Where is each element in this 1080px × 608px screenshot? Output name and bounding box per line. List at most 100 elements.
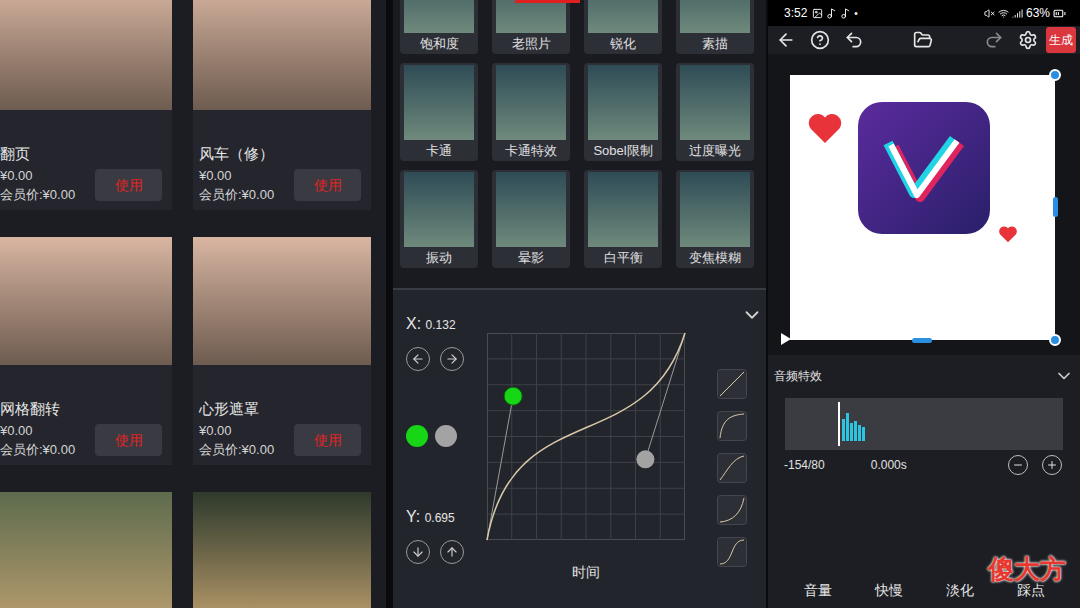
- settings-icon[interactable]: [1018, 30, 1038, 50]
- curve-preset[interactable]: [717, 495, 747, 525]
- filter-item[interactable]: 振动: [400, 170, 478, 268]
- redo-icon[interactable]: [984, 30, 1004, 50]
- transition-card[interactable]: 网格翻转¥0.00会员价:¥0.00使用: [0, 237, 172, 465]
- filter-preview: [588, 172, 658, 247]
- filter-item[interactable]: 变焦模糊: [676, 170, 754, 268]
- filter-item[interactable]: 白平衡: [584, 170, 662, 268]
- plus-button[interactable]: [1042, 455, 1062, 475]
- editor-panel: 3:52•63%生成音频特效-154/800.000s音量快慢淡化踩点: [768, 0, 1080, 608]
- filter-label: 振动: [426, 249, 452, 267]
- transition-title: 翻页: [0, 144, 162, 164]
- up-arrow-button[interactable]: [440, 540, 464, 564]
- transition-card[interactable]: 心形遮罩¥0.00会员价:¥0.00使用: [193, 237, 371, 465]
- transition-preview[interactable]: [193, 492, 371, 608]
- playhead[interactable]: [838, 402, 840, 446]
- member-price: 会员价:¥0.00: [199, 185, 274, 204]
- filter-preview: [680, 65, 750, 140]
- wave-bar: [854, 421, 857, 441]
- transition-card[interactable]: 翻页¥0.00会员价:¥0.00使用: [0, 0, 172, 210]
- collapse-chevron-icon[interactable]: [1054, 366, 1074, 386]
- member-price: 会员价:¥0.00: [199, 440, 274, 459]
- curve-preset[interactable]: [717, 411, 747, 441]
- side-handle[interactable]: [1053, 197, 1058, 217]
- arrow-up-icon: [445, 545, 459, 559]
- video-canvas[interactable]: [790, 75, 1055, 340]
- curve-preset[interactable]: [717, 453, 747, 483]
- filter-label: 变焦模糊: [689, 249, 741, 267]
- member-price: 会员价:¥0.00: [0, 185, 75, 204]
- signal-icon: [1012, 8, 1023, 19]
- filter-item[interactable]: 老照片: [492, 0, 570, 54]
- audio-effects-title: 音频特效: [774, 367, 822, 385]
- minus-button[interactable]: [1008, 455, 1028, 475]
- filter-preview: [496, 172, 566, 247]
- wave-bar: [850, 423, 853, 441]
- arrow-down-icon: [411, 545, 425, 559]
- use-button[interactable]: 使用: [294, 424, 361, 456]
- curve-preset[interactable]: [717, 369, 747, 399]
- curve-preset[interactable]: [717, 537, 747, 567]
- filter-item[interactable]: Sobel限制: [584, 63, 662, 161]
- clock: 3:52: [784, 4, 807, 22]
- transition-preview: [193, 237, 371, 365]
- tiktok-icon: [826, 8, 837, 19]
- filter-item[interactable]: 卡通: [400, 63, 478, 161]
- transition-card[interactable]: 风车（修）¥0.00会员价:¥0.00使用: [193, 0, 371, 210]
- left-arrow-button[interactable]: [406, 347, 430, 371]
- status-bar: 3:52•63%: [768, 0, 1080, 26]
- filter-preview: [404, 172, 474, 247]
- collapse-chevron-icon[interactable]: [741, 304, 763, 326]
- wave-bar: [862, 427, 865, 441]
- down-arrow-button[interactable]: [406, 540, 430, 564]
- resize-handle[interactable]: [1049, 334, 1061, 346]
- generate-button[interactable]: 生成: [1046, 27, 1076, 53]
- filter-item[interactable]: 饱和度: [400, 0, 478, 54]
- use-button[interactable]: 使用: [294, 169, 361, 201]
- side-handle[interactable]: [912, 338, 932, 343]
- filter-item[interactable]: 素描: [676, 0, 754, 54]
- filter-label: 饱和度: [420, 35, 459, 53]
- bottom-tab[interactable]: 音量: [782, 580, 853, 600]
- filter-item[interactable]: 锐化: [584, 0, 662, 54]
- resize-handle[interactable]: [1049, 69, 1061, 81]
- undo-icon[interactable]: [844, 30, 864, 50]
- use-button[interactable]: 使用: [95, 169, 162, 201]
- transition-preview: [0, 237, 172, 365]
- point-selector[interactable]: [435, 425, 457, 447]
- filter-preview: [680, 0, 750, 33]
- curve-graph[interactable]: [487, 333, 685, 540]
- filter-label: 过度曝光: [689, 142, 741, 160]
- filter-preview: [588, 65, 658, 140]
- filters-panel: 饱和度 老照片锐化素描卡通卡通特效Sobel限制过度曝光振动 晕影 白平衡变焦模糊 X:…: [393, 0, 766, 608]
- play-icon[interactable]: [780, 332, 792, 346]
- filter-item[interactable]: 过度曝光: [676, 63, 754, 161]
- filter-item[interactable]: 晕影: [492, 170, 570, 268]
- filter-label: 晕影: [518, 249, 544, 267]
- control-point[interactable]: [636, 450, 654, 468]
- wave-bar: [842, 419, 845, 441]
- bottom-tab[interactable]: 淡化: [924, 580, 995, 600]
- transition-preview[interactable]: [0, 492, 172, 608]
- help-icon[interactable]: [810, 30, 830, 50]
- gallery-icon: [812, 8, 823, 19]
- bottom-tab[interactable]: 快慢: [853, 580, 924, 600]
- filter-preview: [496, 0, 566, 33]
- tab-indicator: [515, 0, 580, 3]
- point-selector[interactable]: [406, 425, 428, 447]
- filter-item[interactable]: 卡通特效: [492, 63, 570, 161]
- control-point[interactable]: [504, 387, 522, 405]
- right-arrow-button[interactable]: [440, 347, 464, 371]
- waveform[interactable]: [785, 398, 1063, 450]
- member-price: 会员价:¥0.00: [0, 440, 75, 459]
- filter-preview: [404, 0, 474, 33]
- y-reading: Y: 0.695: [406, 507, 487, 528]
- back-icon[interactable]: [776, 30, 796, 50]
- use-button[interactable]: 使用: [95, 424, 162, 456]
- folder-icon[interactable]: [913, 30, 933, 50]
- mute-icon: [984, 8, 995, 19]
- audio-time: 0.000s: [871, 456, 907, 474]
- screenshot-collage: 翻页¥0.00会员价:¥0.00使用风车（修）¥0.00会员价:¥0.00使用网…: [0, 0, 1080, 608]
- x-reading: X: 0.132: [406, 314, 487, 335]
- v-logo-icon: [879, 123, 969, 213]
- battery-icon: [1053, 7, 1066, 20]
